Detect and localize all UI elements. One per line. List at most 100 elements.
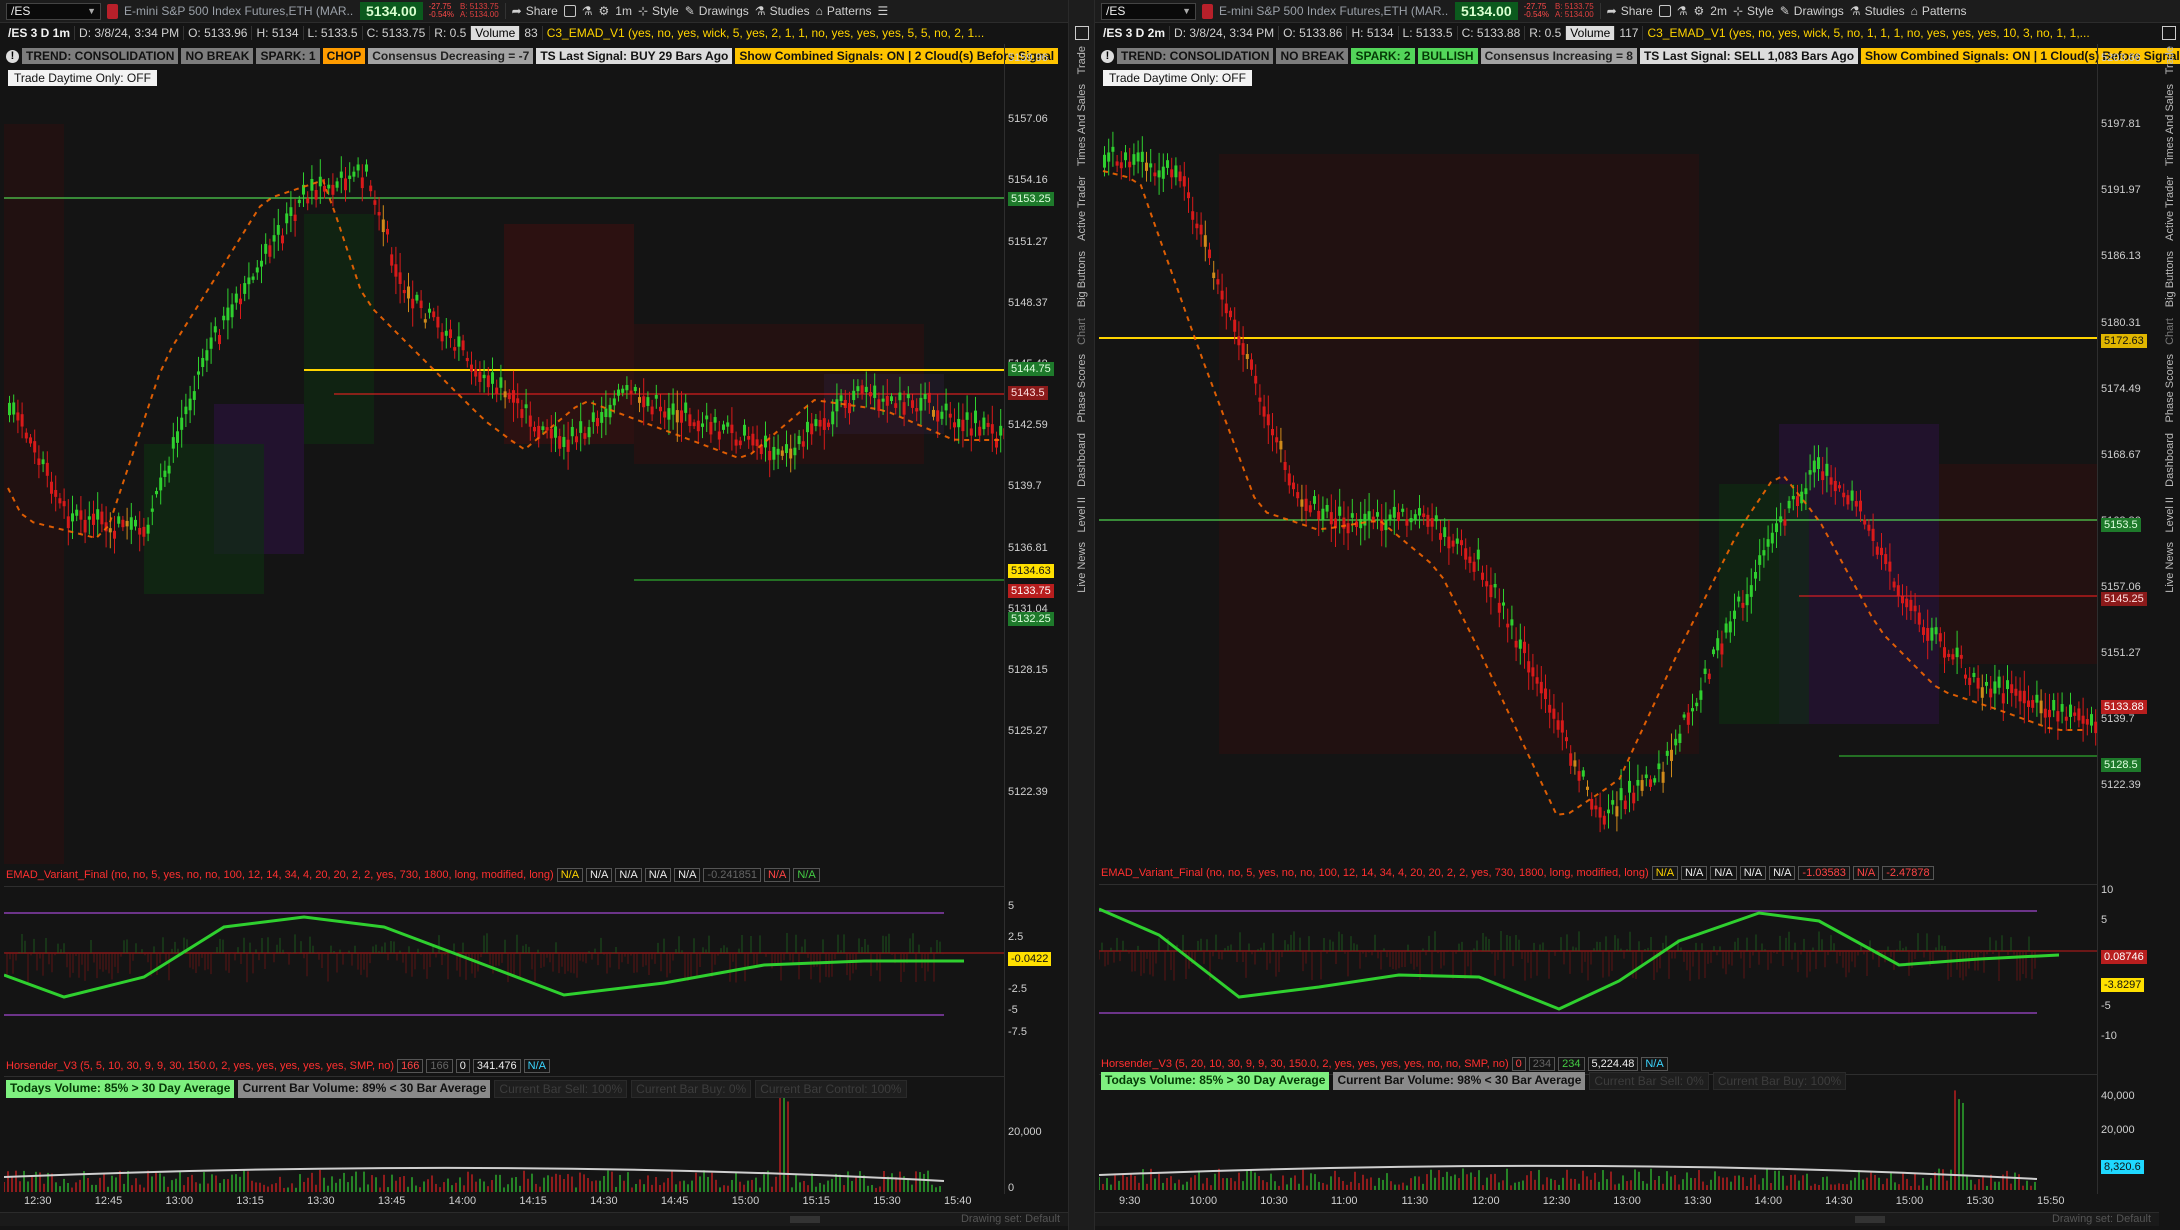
candle <box>1451 540 1455 547</box>
gear-icon[interactable]: ⚙ <box>1694 4 1705 18</box>
candle <box>1976 677 1980 689</box>
share-button[interactable]: ➦ Share <box>512 4 558 18</box>
drawings-button[interactable]: ✎ Drawings <box>1780 4 1844 18</box>
style-button[interactable]: ⊹ Style <box>1733 4 1774 18</box>
candle <box>642 396 646 408</box>
emad-subchart-svg[interactable] <box>1099 885 2097 1049</box>
interval-button[interactable]: 2m <box>1710 4 1727 18</box>
patterns-button[interactable]: ⌂ Patterns <box>1911 4 1967 18</box>
side-tab-live-news[interactable]: Live News <box>2164 542 2176 593</box>
side-tab-phase-scores[interactable]: Phase Scores <box>2164 354 2176 422</box>
link-color-icon[interactable] <box>1202 3 1213 19</box>
price-chart-svg[interactable] <box>1099 44 2097 862</box>
side-tab-times-and-sales[interactable]: Times And Sales <box>1076 84 1088 166</box>
volume-subchart[interactable] <box>1099 1074 2097 1193</box>
price-axis[interactable]: 5203.66 5197.81 5191.97 5186.13 5180.31 5174.… <box>2097 44 2159 862</box>
symbol-selector[interactable]: /ES ▼ <box>6 2 101 20</box>
price-chart-svg[interactable] <box>4 44 1004 864</box>
candle <box>314 190 318 200</box>
flask-icon[interactable]: ⚗ <box>582 4 593 18</box>
scrollbar-handle[interactable] <box>790 1216 820 1223</box>
candle <box>570 426 574 437</box>
candle <box>671 403 675 415</box>
expand-icon[interactable] <box>2162 26 2176 40</box>
side-tab-big-buttons[interactable]: Big Buttons <box>1076 251 1088 307</box>
chart-pane-left[interactable]: /ES ▼ E-mini S&P 500 Index Futures,ETH (M… <box>0 0 1068 1230</box>
volume-subchart-svg[interactable] <box>1099 1075 2097 1193</box>
studies-button[interactable]: ⚗ Studies <box>1850 4 1905 18</box>
emad-title[interactable]: EMAD_Variant_Final (no, no, 5, yes, no, … <box>6 869 554 881</box>
side-tab-chart[interactable]: Chart <box>1076 318 1088 345</box>
candle <box>449 329 452 339</box>
side-tab-times-and-sales[interactable]: Times And Sales <box>2164 84 2176 166</box>
side-tab-active-trader[interactable]: Active Trader <box>1076 176 1088 241</box>
side-tab-big-buttons[interactable]: Big Buttons <box>2164 251 2176 307</box>
time-tick: 13:15 <box>236 1195 264 1207</box>
current-bar-volume-badge: Current Bar Volume: 98% < 30 Bar Average <box>1333 1072 1586 1090</box>
snapshot-icon[interactable] <box>563 5 576 17</box>
drawing-set-label[interactable]: Drawing set: Default <box>961 1213 1060 1225</box>
status-badges: ! TREND: CONSOLIDATION NO BREAK SPARK: 1… <box>6 48 1059 64</box>
chart-pane-right[interactable]: /ES ▼ E-mini S&P 500 Index Futures,ETH (M… <box>1095 0 2180 1230</box>
pane-divider[interactable]: Trade Times And Sales Active Trader Big But… <box>1068 0 1095 1230</box>
side-tab-level-ii[interactable]: Level II <box>2164 497 2176 532</box>
side-tab-dashboard[interactable]: Dashboard <box>1076 433 1088 487</box>
snapshot-icon[interactable] <box>1658 5 1671 17</box>
side-tab-dashboard[interactable]: Dashboard <box>2164 433 2176 487</box>
time-axis[interactable]: 12:30 12:45 13:00 13:15 13:30 13:45 14:00 14:15… <box>4 1194 1068 1210</box>
candle <box>587 427 591 438</box>
side-tab-phase-scores[interactable]: Phase Scores <box>1076 354 1088 422</box>
menu-icon[interactable]: ☰ <box>878 4 889 18</box>
candle <box>461 340 465 351</box>
candle <box>1523 641 1526 654</box>
share-button[interactable]: ➦ Share <box>1607 4 1653 18</box>
info-icon[interactable]: ! <box>1101 49 1114 63</box>
scrollbar-handle[interactable] <box>1855 1216 1885 1223</box>
emad-subchart-svg[interactable] <box>4 887 1004 1051</box>
symbol-selector[interactable]: /ES ▼ <box>1101 2 1196 20</box>
time-axis[interactable]: 9:30 10:00 10:30 11:00 11:30 12:00 12:30 13:00 1… <box>1099 1194 2159 1210</box>
volume-label: Volume <box>1566 26 1616 40</box>
emad-value: -1.03583 <box>1798 866 1850 880</box>
drawings-button[interactable]: ✎ Drawings <box>685 4 749 18</box>
side-tab-trade[interactable]: Trade <box>2164 46 2176 74</box>
gear-icon[interactable]: ⚙ <box>599 4 610 18</box>
study-label[interactable]: C3_EMAD_V1 (yes, no, yes, wick, 5, yes, … <box>543 26 989 40</box>
study-label[interactable]: C3_EMAD_V1 (yes, no, yes, wick, 5, no, 1… <box>1643 26 2093 40</box>
flask-icon[interactable]: ⚗ <box>1677 4 1688 18</box>
info-icon[interactable]: ! <box>6 49 19 63</box>
style-button[interactable]: ⊹ Style <box>638 4 679 18</box>
candle <box>1682 714 1686 718</box>
patterns-button[interactable]: ⌂ Patterns <box>816 4 872 18</box>
horsender-title[interactable]: Horsender_V3 (5, 20, 10, 30, 9, 9, 30, 1… <box>1101 1058 1509 1070</box>
candle <box>2018 690 2022 702</box>
link-color-icon[interactable] <box>107 3 118 19</box>
candle <box>1972 672 1976 678</box>
candle <box>1871 528 1875 541</box>
candle <box>537 425 541 439</box>
candle <box>499 377 503 388</box>
candle <box>948 413 952 418</box>
price-axis[interactable]: 5159.965157.065154.165151.275148.375145.… <box>1004 44 1068 864</box>
bid-ask: B: 5133.75 A: 5134.00 <box>459 2 499 19</box>
side-tab-active-trader[interactable]: Active Trader <box>2164 176 2176 241</box>
emad-subchart[interactable] <box>1099 884 2097 1049</box>
bar-high: H: 5134 <box>1347 26 1399 40</box>
emad-subchart[interactable] <box>4 886 1004 1051</box>
side-tab-live-news[interactable]: Live News <box>1076 542 1088 593</box>
drawing-set-label[interactable]: Drawing set: Default <box>2052 1213 2151 1225</box>
studies-button[interactable]: ⚗ Studies <box>755 4 810 18</box>
candle <box>428 308 431 313</box>
candle <box>696 420 700 432</box>
price-chart[interactable] <box>4 44 1004 864</box>
price-chart[interactable] <box>1099 44 2097 862</box>
side-tab-trade[interactable]: Trade <box>1076 46 1088 74</box>
emad-title[interactable]: EMAD_Variant_Final (no, no, 5, yes, no, … <box>1101 867 1649 879</box>
side-tab-level-ii[interactable]: Level II <box>1076 497 1088 532</box>
side-tab-chart[interactable]: Chart <box>2164 318 2176 345</box>
interval-button[interactable]: 1m <box>615 4 632 18</box>
expand-icon[interactable] <box>1075 26 1089 40</box>
candle <box>1418 508 1421 516</box>
candle <box>1447 536 1451 549</box>
horsender-title[interactable]: Horsender_V3 (5, 5, 10, 30, 9, 9, 30, 15… <box>6 1060 394 1072</box>
